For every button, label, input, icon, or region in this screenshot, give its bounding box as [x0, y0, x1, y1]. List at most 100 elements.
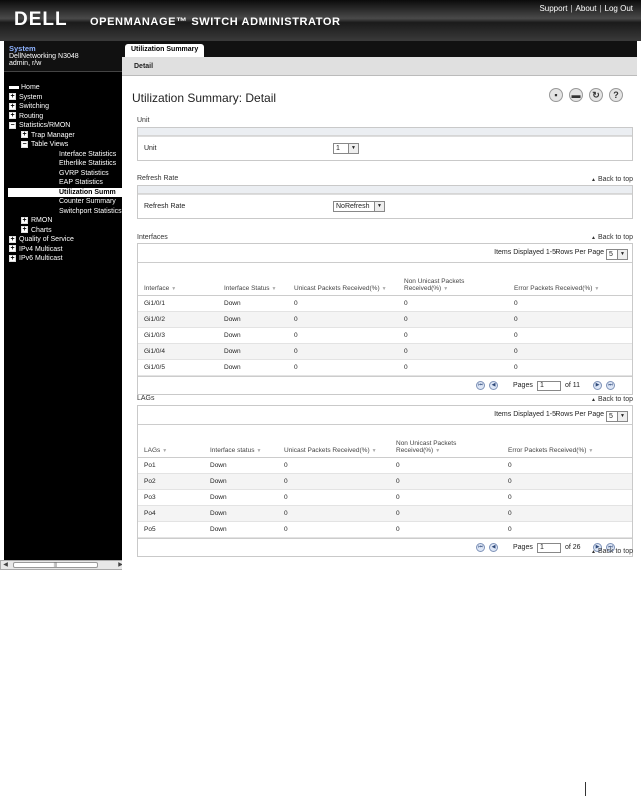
- cell-unicast: 0: [288, 327, 398, 344]
- cell-non-unicast: 0: [390, 473, 502, 490]
- table-row[interactable]: Po1 Down 0 0 0: [138, 457, 632, 474]
- table-row[interactable]: Gi1/0/5 Down 0 0 0: [138, 359, 632, 376]
- chevron-down-icon[interactable]: ▼: [348, 144, 358, 153]
- print-icon[interactable]: ▬: [569, 88, 583, 102]
- expand-icon[interactable]: +: [9, 254, 16, 262]
- cell-interface: Gi1/0/3: [138, 327, 218, 344]
- unit-select[interactable]: 1 ▼: [333, 143, 359, 154]
- table-row[interactable]: Po5 Down 0 0 0: [138, 521, 632, 538]
- expand-icon[interactable]: +: [21, 226, 28, 234]
- expand-icon[interactable]: +: [9, 93, 16, 101]
- nav-quality-of-service[interactable]: + Quality of Service: [4, 235, 122, 245]
- table-row[interactable]: Gi1/0/2 Down 0 0 0: [138, 311, 632, 328]
- rows-per-page-select[interactable]: 5 ▼: [606, 411, 628, 422]
- expand-icon[interactable]: +: [21, 131, 28, 139]
- save-icon[interactable]: ▪: [549, 88, 563, 102]
- cell-interface: Gi1/0/1: [138, 295, 218, 312]
- refresh-icon[interactable]: ↻: [589, 88, 603, 102]
- nav-trap-manager[interactable]: + Trap Manager: [4, 131, 122, 141]
- sub-tab-detail[interactable]: Detail: [134, 63, 153, 70]
- table-row[interactable]: Gi1/0/4 Down 0 0 0: [138, 343, 632, 360]
- nav-switching[interactable]: + Switching: [4, 102, 122, 112]
- tab-utilization-summary[interactable]: Utilization Summary: [125, 44, 205, 58]
- refresh-panel: Refresh Rate NoRefresh ▼: [137, 185, 633, 219]
- column-header[interactable]: Non Unicast Packets Received(%) ▼: [390, 425, 502, 458]
- column-header[interactable]: Error Packets Received(%) ▼: [508, 263, 632, 296]
- back-to-top-link[interactable]: ▲ Back to top: [591, 176, 633, 183]
- column-header[interactable]: Interface ▼: [138, 263, 218, 296]
- scroll-left-icon[interactable]: ◀: [1, 561, 10, 569]
- column-header[interactable]: Error Packets Received(%) ▼: [502, 425, 632, 458]
- table-row[interactable]: Po2 Down 0 0 0: [138, 473, 632, 490]
- prev-page-icon[interactable]: ◀: [489, 542, 498, 552]
- expand-icon[interactable]: +: [9, 112, 16, 120]
- nav-home[interactable]: Home: [4, 83, 122, 93]
- expand-icon[interactable]: +: [9, 235, 16, 243]
- collapse-icon[interactable]: −: [21, 140, 28, 148]
- first-page-icon[interactable]: ⏮: [476, 380, 485, 390]
- sort-icon: ▼: [256, 447, 262, 454]
- back-to-top-link[interactable]: ▲ Back to top: [591, 548, 633, 555]
- page-number-input[interactable]: 1: [537, 542, 561, 553]
- table-row[interactable]: Gi1/0/1 Down 0 0 0: [138, 295, 632, 312]
- sort-icon: ▼: [271, 285, 277, 292]
- nav-etherlike-statistics[interactable]: Etherlike Statistics: [4, 159, 122, 169]
- page-number-input[interactable]: 1: [537, 380, 561, 391]
- back-to-top-link[interactable]: ▲ Back to top: [591, 396, 633, 403]
- nav-utilization-summary[interactable]: Utilization Summ: [8, 187, 122, 197]
- first-page-icon[interactable]: ⏮: [476, 542, 485, 552]
- chevron-down-icon[interactable]: ▼: [617, 250, 627, 259]
- sidebar-horizontal-scrollbar[interactable]: ◀ ||| ▶: [0, 560, 126, 570]
- column-header[interactable]: Unicast Packets Received(%) ▼: [278, 425, 390, 458]
- cell-non-unicast: 0: [390, 457, 502, 474]
- expand-icon[interactable]: +: [9, 102, 16, 110]
- product-title: OPENMANAGE™ SWITCH ADMINISTRATOR: [90, 16, 341, 28]
- cell-error: 0: [502, 521, 632, 538]
- back-to-top-link[interactable]: ▲ Back to top: [591, 234, 633, 241]
- table-row[interactable]: Po4 Down 0 0 0: [138, 505, 632, 522]
- nav-ipv6-multicast[interactable]: + IPv6 Multicast: [4, 254, 122, 264]
- about-link[interactable]: About: [576, 4, 597, 13]
- column-header[interactable]: LAGs ▼: [138, 425, 204, 458]
- support-link[interactable]: Support: [539, 4, 567, 13]
- nav-ipv4-multicast[interactable]: + IPv4 Multicast: [4, 245, 122, 255]
- nav-counter-summary[interactable]: Counter Summary: [4, 197, 122, 207]
- nav-eap-statistics[interactable]: EAP Statistics: [4, 178, 122, 188]
- next-page-icon[interactable]: ▶: [593, 380, 602, 390]
- nav-system[interactable]: + System: [4, 93, 122, 103]
- nav-tree: Home + System + Switching + Routing − Statis…: [4, 72, 122, 264]
- chevron-down-icon[interactable]: ▼: [374, 202, 384, 211]
- scroll-thumb[interactable]: |||: [13, 562, 98, 568]
- sort-icon: ▼: [171, 285, 177, 292]
- column-header[interactable]: Interface Status ▼: [218, 263, 288, 296]
- column-header[interactable]: Interface status ▼: [204, 425, 278, 458]
- prev-page-icon[interactable]: ◀: [489, 380, 498, 390]
- last-page-icon[interactable]: ⏭: [606, 380, 615, 390]
- table-row[interactable]: Po3 Down 0 0 0: [138, 489, 632, 506]
- rows-per-page-select[interactable]: 5 ▼: [606, 249, 628, 260]
- chevron-down-icon[interactable]: ▼: [617, 412, 627, 421]
- nav-table-views[interactable]: − Table Views: [4, 140, 122, 150]
- refresh-label: Refresh Rate: [144, 203, 186, 210]
- collapse-icon[interactable]: −: [9, 121, 16, 129]
- nav-interface-statistics[interactable]: Interface Statistics: [4, 150, 122, 160]
- refresh-select[interactable]: NoRefresh ▼: [333, 201, 385, 212]
- cell-status: Down: [218, 343, 288, 360]
- nav-label: Switchport Statistics: [59, 207, 122, 215]
- nav-switchport-statistics[interactable]: Switchport Statistics: [4, 207, 122, 217]
- nav-statistics-rmon[interactable]: − Statistics/RMON: [4, 121, 122, 131]
- table-row[interactable]: Gi1/0/3 Down 0 0 0: [138, 327, 632, 344]
- nav-routing[interactable]: + Routing: [4, 112, 122, 122]
- logout-link[interactable]: Log Out: [605, 4, 633, 13]
- cell-error: 0: [508, 343, 632, 360]
- nav-charts[interactable]: + Charts: [4, 226, 122, 236]
- column-header[interactable]: Non Unicast Packets Received(%) ▼: [398, 263, 508, 296]
- sort-icon: ▼: [381, 285, 387, 292]
- help-icon[interactable]: ?: [609, 88, 623, 102]
- expand-icon[interactable]: +: [21, 216, 28, 224]
- expand-icon[interactable]: +: [9, 245, 16, 253]
- column-header[interactable]: Unicast Packets Received(%) ▼: [288, 263, 398, 296]
- nav-gvrp-statistics[interactable]: GVRP Statistics: [4, 169, 122, 179]
- nav-rmon[interactable]: + RMON: [4, 216, 122, 226]
- page-count: of 26: [565, 543, 581, 551]
